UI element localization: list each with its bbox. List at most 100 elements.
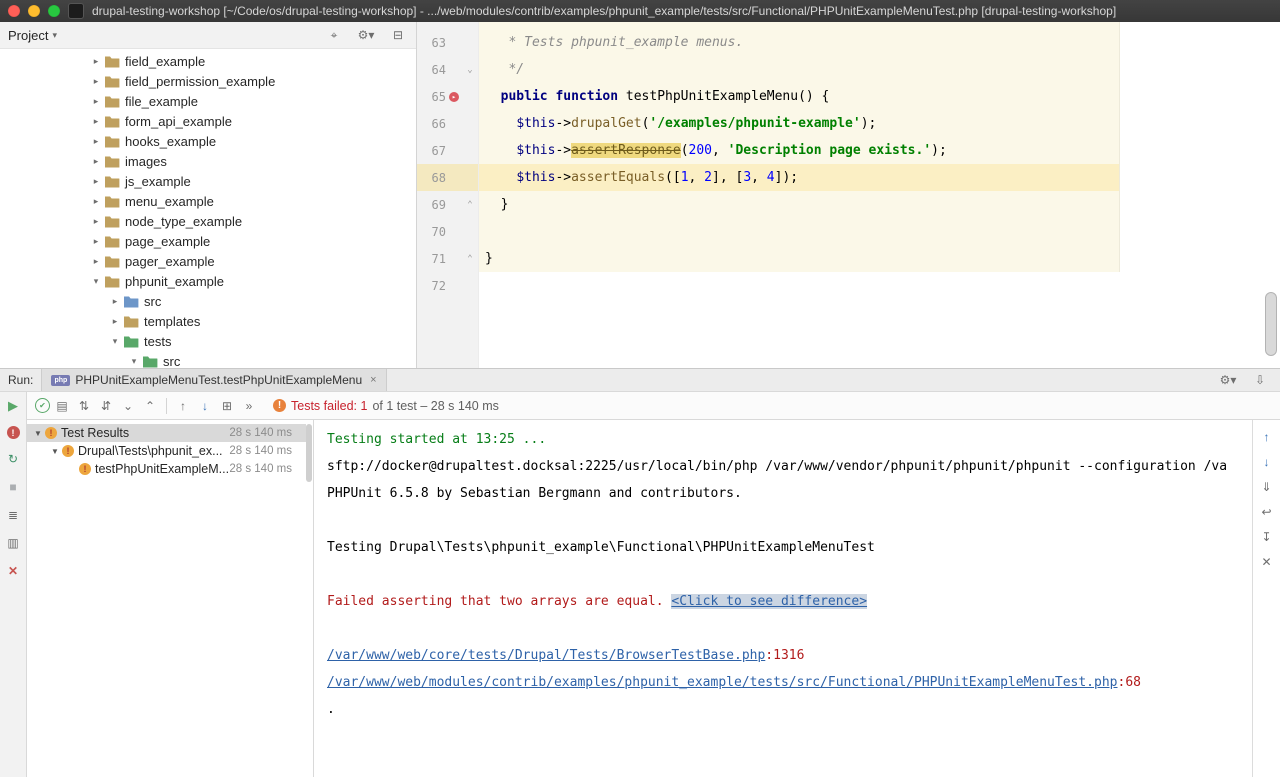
fold-up-icon[interactable]: ⌃ [462,200,478,210]
next-stacktrace-icon[interactable]: ↓ [1257,454,1277,470]
settings-icon[interactable]: ⚙▾ [1218,372,1238,388]
next-failed-test-icon[interactable]: ↓ [195,398,215,414]
tree-item-templates[interactable]: ▸templates [0,311,416,331]
chevron-down-icon[interactable]: ▾ [107,336,123,347]
stop-icon[interactable]: ■ [3,479,23,495]
code-line-68[interactable]: $this->assertEquals([1, 2], [3, 4]); [479,164,1262,191]
console-line: Testing Drupal\Tests\phpunit_example\Fun… [327,534,1252,561]
chevron-right-icon[interactable]: ▸ [88,56,104,67]
rerun-icon[interactable]: ▶ [3,398,23,414]
soft-wrap-icon[interactable]: ↩ [1257,504,1277,520]
tree-item-src[interactable]: ▾src [0,351,416,368]
more-options-icon[interactable]: » [239,398,259,414]
tree-item-pager_example[interactable]: ▸pager_example [0,251,416,271]
close-button[interactable] [8,5,20,17]
chevron-right-icon[interactable]: ▸ [88,136,104,147]
code-token: -> [555,170,571,185]
chevron-right-icon[interactable]: ▸ [88,256,104,267]
tree-item-menu_example[interactable]: ▸menu_example [0,191,416,211]
settings-icon[interactable]: ⚙▾ [356,27,376,43]
chevron-right-icon[interactable]: ▸ [88,196,104,207]
run-tab-label: PHPUnitExampleMenuTest.testPhpUnitExampl… [75,373,362,387]
test-tree-row[interactable]: ▼!Drupal\Tests\phpunit_ex...28 s 140 ms [27,442,306,460]
editor[interactable]: 6364⌄65▸66676869⌃7071⌃72 * Tests phpunit… [417,22,1280,368]
close-tab-icon[interactable]: × [370,374,376,386]
run-tab[interactable]: php PHPUnitExampleMenuTest.testPhpUnitEx… [41,369,386,391]
chevron-right-icon[interactable]: ▸ [88,96,104,107]
close-icon[interactable]: ✕ [3,563,23,579]
chevron-down-icon[interactable]: ▼ [31,429,45,438]
dump-threads-icon[interactable]: ≣ [3,507,23,523]
chevron-right-icon[interactable]: ▸ [88,76,104,87]
zoom-button[interactable] [48,5,60,17]
chevron-down-icon[interactable]: ▾ [88,276,104,287]
project-panel-title[interactable]: Project [8,28,48,43]
tree-item-images[interactable]: ▸images [0,151,416,171]
rerun-failed-tests-icon[interactable]: ! [7,426,20,439]
test-tree-row[interactable]: ▼!Test Results28 s 140 ms [27,424,306,442]
fold-down-icon[interactable]: ⌄ [462,65,478,75]
export-test-results-icon[interactable]: ⇓ [1257,479,1277,495]
hide-panel-icon[interactable]: ⇩ [1250,372,1270,388]
show-passed-icon[interactable]: ✔ [35,398,50,413]
chevron-right-icon[interactable]: ▸ [88,116,104,127]
test-tree-row[interactable]: !testPhpUnitExampleM...28 s 140 ms [27,460,306,478]
console-link[interactable]: /var/www/web/core/tests/Drupal/Tests/Bro… [327,648,765,663]
show-console-icon[interactable]: ▤ [52,398,72,414]
console-link[interactable]: <Click to see difference> [671,594,867,609]
test-tree-scrollbar-thumb[interactable] [306,424,312,482]
run-test-failed-icon[interactable]: ▸ [449,92,459,102]
scroll-to-end-icon[interactable]: ↧ [1257,529,1277,545]
code-line-64[interactable]: */ [479,56,1262,83]
code-token [485,89,501,104]
code-line-69[interactable]: } [479,191,1262,218]
editor-code[interactable]: * Tests phpunit_example menus. */ public… [479,22,1262,299]
tree-item-form_api_example[interactable]: ▸form_api_example [0,111,416,131]
editor-scrollbar-thumb[interactable] [1265,292,1277,356]
run-label: Run: [8,373,33,387]
chevron-right-icon[interactable]: ▸ [88,176,104,187]
prev-stacktrace-icon[interactable]: ↑ [1257,429,1277,445]
expand-all-icon[interactable]: ⌄ [118,398,138,414]
tree-item-page_example[interactable]: ▸page_example [0,231,416,251]
tree-item-hooks_example[interactable]: ▸hooks_example [0,131,416,151]
code-line-65[interactable]: public function testPhpUnitExampleMenu()… [479,83,1262,110]
collapse-all-icon[interactable]: ⌃ [140,398,160,414]
sort-by-duration-icon[interactable]: ⇅ [74,398,94,414]
console-line: PHPUnit 6.5.8 by Sebastian Bergmann and … [327,480,1252,507]
console-view-icon[interactable]: ▥ [3,535,23,551]
console-link[interactable]: /var/www/web/modules/contrib/examples/ph… [327,675,1118,690]
code-line-67[interactable]: $this->assertResponse(200, 'Description … [479,137,1262,164]
tree-item-file_example[interactable]: ▸file_example [0,91,416,111]
tree-item-src[interactable]: ▸src [0,291,416,311]
chevron-right-icon[interactable]: ▸ [88,216,104,227]
locate-file-icon[interactable]: ⌖ [324,27,344,43]
tree-item-phpunit_example[interactable]: ▾phpunit_example [0,271,416,291]
chevron-down-icon[interactable]: ▼ [48,447,62,456]
chevron-right-icon[interactable]: ▸ [107,316,123,327]
tree-item-field_example[interactable]: ▸field_example [0,51,416,71]
test-history-icon[interactable]: ⊞ [217,398,237,414]
test-console-output[interactable]: Testing started at 13:25 ...sftp://docke… [314,420,1252,777]
previous-failed-test-icon[interactable]: ↑ [173,398,193,414]
code-line-70[interactable] [479,218,1262,245]
code-line-71[interactable]: } [479,245,1262,272]
minimize-button[interactable] [28,5,40,17]
tree-item-field_permission_example[interactable]: ▸field_permission_example [0,71,416,91]
tree-item-node_type_example[interactable]: ▸node_type_example [0,211,416,231]
tree-item-tests[interactable]: ▾tests [0,331,416,351]
tree-item-js_example[interactable]: ▸js_example [0,171,416,191]
chevron-right-icon[interactable]: ▸ [107,296,123,307]
sort-alphabetically-icon[interactable]: ⇵ [96,398,116,414]
chevron-right-icon[interactable]: ▸ [88,156,104,167]
clear-console-icon[interactable]: ✕ [1257,554,1277,570]
code-line-72[interactable] [479,272,1262,299]
code-line-66[interactable]: $this->drupalGet('/examples/phpunit-exam… [479,110,1262,137]
chevron-down-icon[interactable]: ▾ [52,30,57,41]
code-line-63[interactable]: * Tests phpunit_example menus. [479,29,1262,56]
hide-panel-icon[interactable]: ⊟ [388,27,408,43]
toggle-auto-test-icon[interactable]: ↻ [3,451,23,467]
fold-up-icon[interactable]: ⌃ [462,254,478,264]
chevron-down-icon[interactable]: ▾ [126,356,142,367]
chevron-right-icon[interactable]: ▸ [88,236,104,247]
